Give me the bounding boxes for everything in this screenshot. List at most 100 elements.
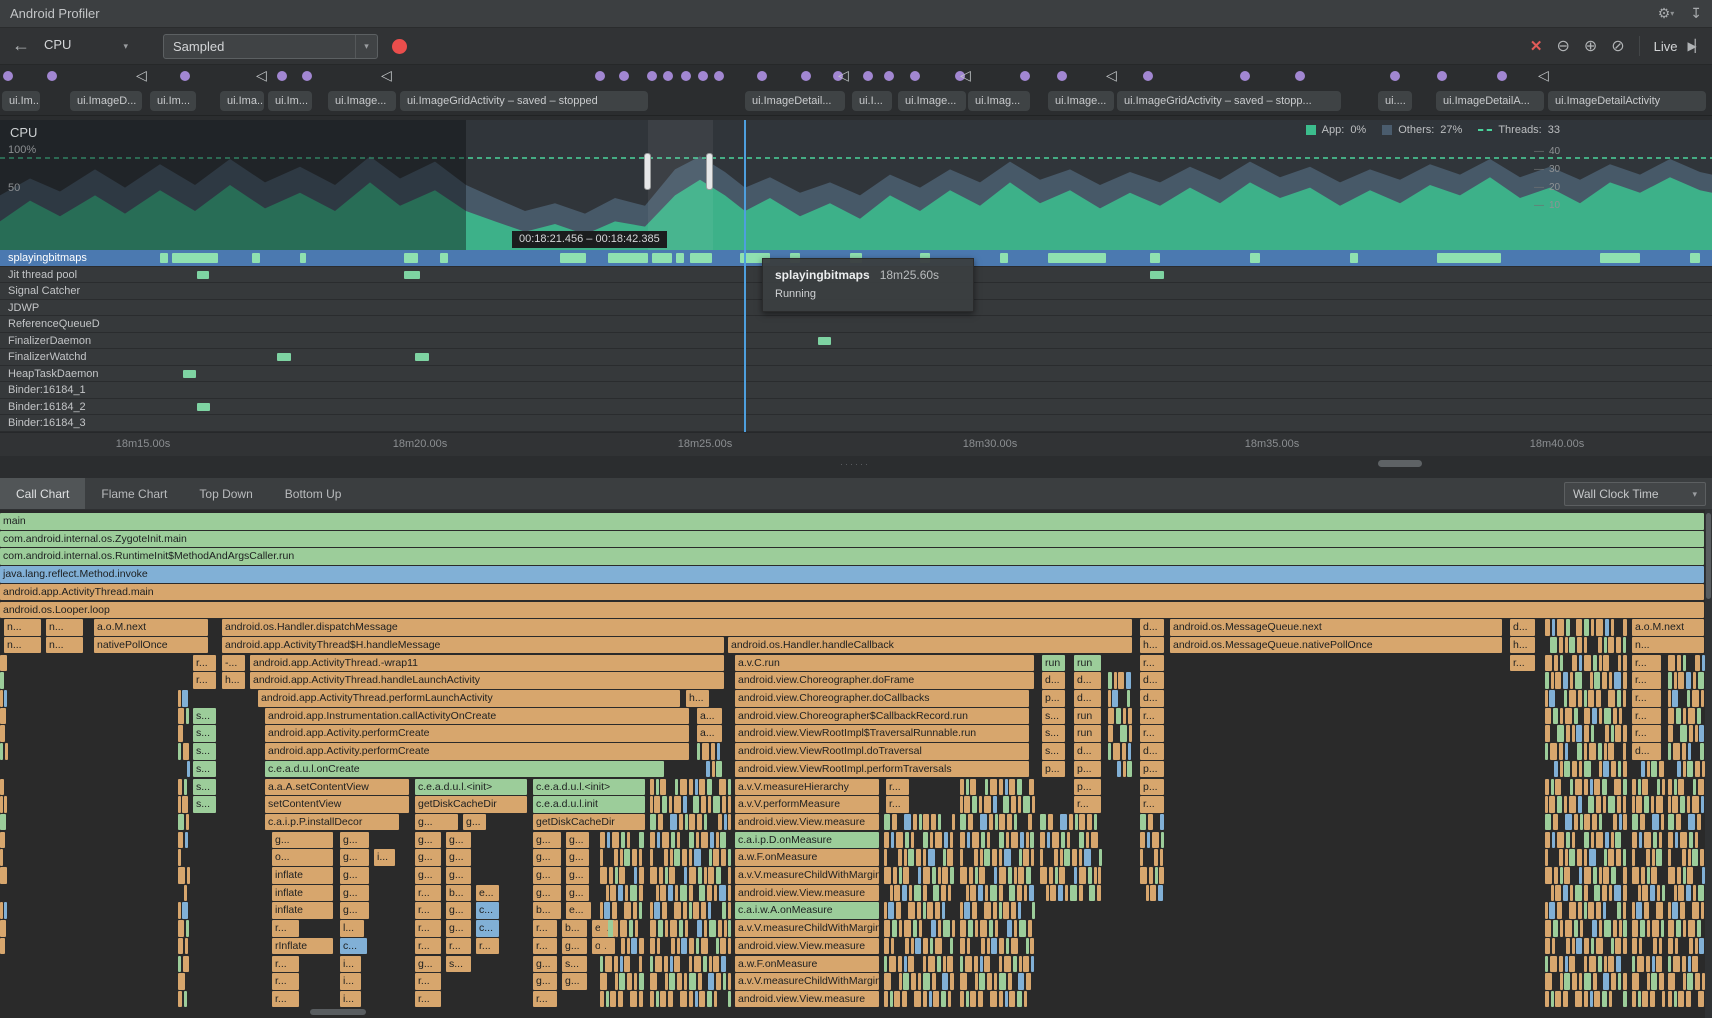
call-chart-block-small[interactable] [186,920,189,937]
call-chart-block-small[interactable] [999,814,1005,831]
call-chart-block-small[interactable] [600,867,607,884]
call-chart-block-small[interactable] [702,743,709,760]
call-chart-block-small[interactable] [1565,708,1572,725]
call-chart-block-small[interactable] [184,991,187,1008]
call-chart-block-small[interactable] [942,902,945,919]
call-chart-block-small[interactable] [1545,832,1550,849]
call-chart-block-small[interactable] [629,920,633,937]
call-chart-block-small[interactable] [1008,867,1012,884]
call-chart-block-small[interactable] [987,832,990,849]
call-chart-block-small[interactable] [689,832,694,849]
call-chart-block-small[interactable] [1560,920,1563,937]
call-chart-block-small[interactable] [1005,779,1008,796]
call-chart-block-small[interactable] [1545,779,1549,796]
call-chart-block-small[interactable] [1578,796,1582,813]
call-chart-block-small[interactable] [1017,991,1022,1008]
call-chart-block[interactable]: android.view.ViewRootImpl$TraversalRunna… [735,725,1029,742]
call-chart-block-small[interactable] [728,885,731,902]
call-chart-block-small[interactable] [1668,814,1674,831]
call-chart-block-small[interactable] [632,849,637,866]
call-chart-block-small[interactable] [1584,743,1587,760]
call-chart-block-small[interactable] [0,743,3,760]
call-chart-block[interactable]: s... [193,779,216,796]
call-chart-block-small[interactable] [1029,779,1034,796]
call-chart-block-small[interactable] [689,867,696,884]
call-chart-block-small[interactable] [950,973,954,990]
call-chart-block-small[interactable] [1611,832,1614,849]
call-chart-block-small[interactable] [1564,973,1570,990]
call-chart-block-small[interactable] [1668,973,1675,990]
call-chart-block-small[interactable] [1686,991,1691,1008]
call-chart-block-small[interactable] [1565,743,1568,760]
call-chart-block[interactable]: h... [1510,637,1535,654]
live-button[interactable]: Live ▶▏ [1654,39,1702,54]
call-chart-block-small[interactable] [884,938,889,955]
call-chart-block-small[interactable] [980,920,987,937]
call-chart-block-small[interactable] [178,956,181,973]
call-chart-block[interactable]: setContentView [265,796,409,813]
call-chart-block-small[interactable] [1651,761,1657,778]
call-chart-block-small[interactable] [1127,761,1132,778]
call-chart-block-small[interactable] [1632,814,1638,831]
call-chart-block[interactable]: r... [446,938,471,955]
call-chart-block-small[interactable] [1545,938,1550,955]
call-chart-block-small[interactable] [923,885,927,902]
call-chart-block-small[interactable] [716,867,721,884]
call-chart-block[interactable]: c.e.a.d.u.l.<init> [415,779,527,796]
call-chart-block-small[interactable] [960,973,967,990]
call-chart-block-small[interactable] [1636,902,1642,919]
call-chart-block-small[interactable] [1668,832,1673,849]
call-chart-block-small[interactable] [1652,849,1655,866]
call-chart-block-small[interactable] [896,832,903,849]
call-chart-block-small[interactable] [178,796,181,813]
call-chart-block-small[interactable] [1596,902,1601,919]
call-chart-block-small[interactable] [722,796,726,813]
record-button[interactable] [392,39,407,54]
reset-zoom-icon[interactable]: ⊘ [1611,36,1624,56]
call-chart-block-small[interactable] [1560,655,1563,672]
call-chart-block[interactable]: a.o.M.next [1632,619,1704,636]
call-chart-block-small[interactable] [1011,832,1018,849]
call-chart-block-small[interactable] [669,973,675,990]
call-chart-block-small[interactable] [1647,920,1650,937]
call-chart-block-small[interactable] [1576,725,1582,742]
call-chart-block-small[interactable] [1593,973,1597,990]
call-chart-block-small[interactable] [707,991,712,1008]
call-chart-block-small[interactable] [1008,973,1012,990]
call-chart-block-small[interactable] [1049,867,1053,884]
call-chart-block-small[interactable] [923,991,927,1008]
call-chart-block-small[interactable] [915,938,921,955]
call-chart-block-small[interactable] [721,849,726,866]
call-chart-block-small[interactable] [1642,991,1648,1008]
call-chart-block-small[interactable] [1646,849,1650,866]
call-chart-block-small[interactable] [679,814,683,831]
call-chart-block-small[interactable] [892,814,897,831]
call-chart-block-small[interactable] [1074,867,1077,884]
call-chart-block-small[interactable] [606,885,609,902]
call-chart-block-small[interactable] [1652,920,1659,937]
call-chart-block-small[interactable] [1108,690,1111,707]
call-chart-block-small[interactable] [1683,973,1686,990]
call-chart-block-small[interactable] [186,708,189,725]
call-chart-block-small[interactable] [1560,761,1563,778]
call-chart-block[interactable]: g... [340,832,369,849]
call-chart-block-small[interactable] [178,708,184,725]
call-chart-block-small[interactable] [639,867,644,884]
call-chart-block[interactable]: s... [1042,708,1065,725]
call-chart-block-small[interactable] [999,849,1002,866]
call-chart-block-small[interactable] [685,920,688,937]
call-chart-block-small[interactable] [660,991,666,1008]
call-chart-block[interactable]: n... [4,619,41,636]
call-chart-block-small[interactable] [884,902,887,919]
call-chart-block-small[interactable] [1545,690,1548,707]
call-chart-block-small[interactable] [1040,867,1047,884]
call-chart-block-small[interactable] [1030,938,1034,955]
call-chart-block-small[interactable] [1657,885,1660,902]
call-chart-block-small[interactable] [660,885,666,902]
call-chart-block-small[interactable] [1596,832,1603,849]
call-chart-block-small[interactable] [689,956,692,973]
call-chart-block[interactable]: r... [1510,655,1535,672]
call-chart-block-small[interactable] [919,920,922,937]
call-chart-block-small[interactable] [928,956,935,973]
call-chart-block-small[interactable] [1580,814,1583,831]
